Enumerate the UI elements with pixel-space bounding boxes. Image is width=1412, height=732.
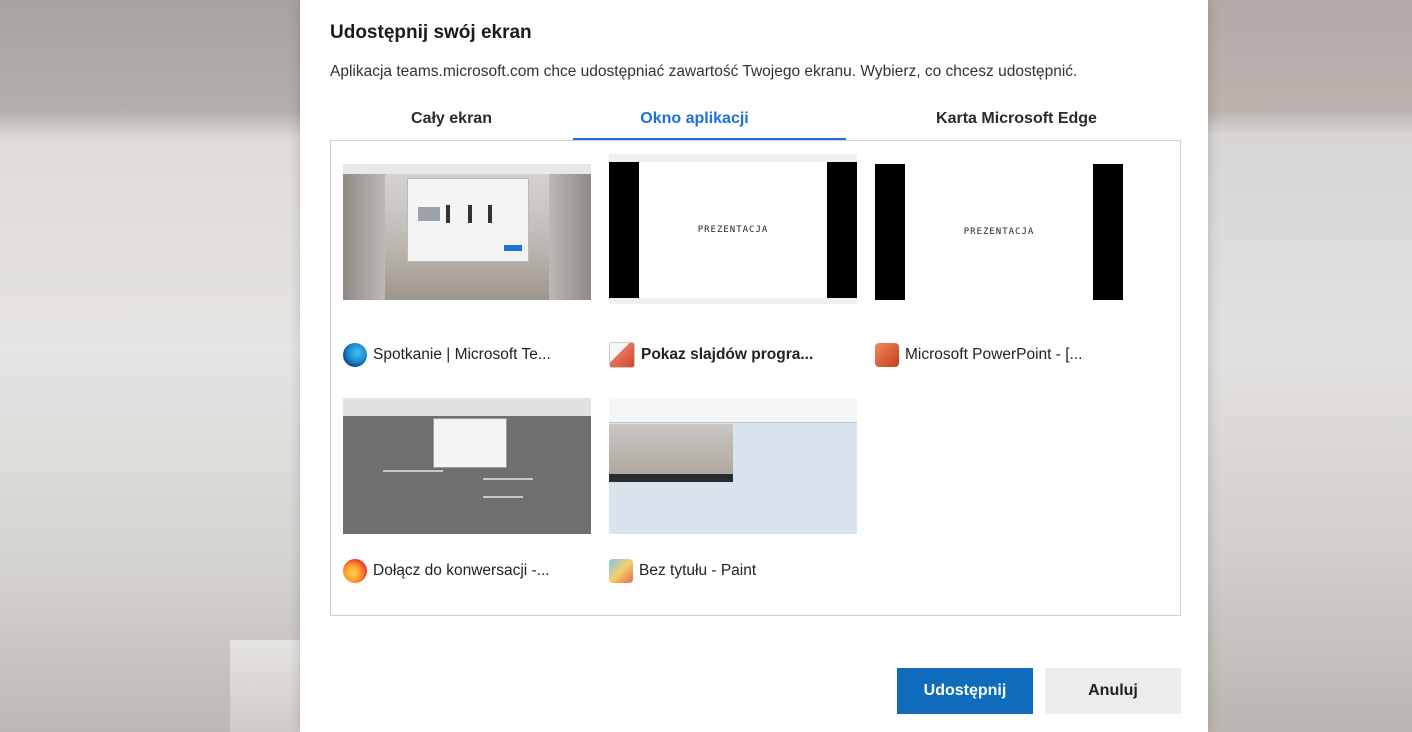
background-object [230,640,300,732]
window-label: Dołącz do konwersacji -... [373,562,550,579]
slide-text: PREZENTACJA [905,164,1093,300]
window-label: Microsoft PowerPoint - [... [905,346,1083,363]
share-screen-dialog: Udostępnij swój ekran Aplikacja teams.mi… [300,0,1208,732]
background-left [0,0,300,732]
share-button[interactable]: Udostępnij [897,668,1033,714]
window-thumbnail [343,164,591,300]
window-label: Pokaz slajdów progra... [641,346,814,363]
tab-edge-tab[interactable]: Karta Microsoft Edge [852,100,1181,138]
dialog-title: Udostępnij swój ekran [330,22,532,43]
background-right [1196,0,1412,732]
cancel-button[interactable]: Anuluj [1045,668,1181,714]
powerpoint-slideshow-icon [609,342,635,368]
window-thumbnail [609,398,857,534]
window-list: Spotkanie | Microsoft Te... PREZENTACJA … [330,140,1181,616]
source-tabs: Cały ekran Okno aplikacji Karta Microsof… [330,100,1181,141]
slide-text: PREZENTACJA [639,162,827,298]
tab-entire-screen[interactable]: Cały ekran [330,100,573,138]
firefox-icon [343,559,367,583]
window-label: Bez tytułu - Paint [639,562,757,579]
window-label: Spotkanie | Microsoft Te... [373,346,551,363]
paint-icon [609,559,633,583]
powerpoint-icon [875,343,899,367]
dialog-description: Aplikacja teams.microsoft.com chce udost… [330,63,1078,80]
edge-icon [343,343,367,367]
window-thumbnail [343,398,591,534]
window-thumbnail: PREZENTACJA [609,154,857,304]
tab-application-window[interactable]: Okno aplikacji [573,100,816,138]
window-thumbnail: PREZENTACJA [875,164,1123,300]
